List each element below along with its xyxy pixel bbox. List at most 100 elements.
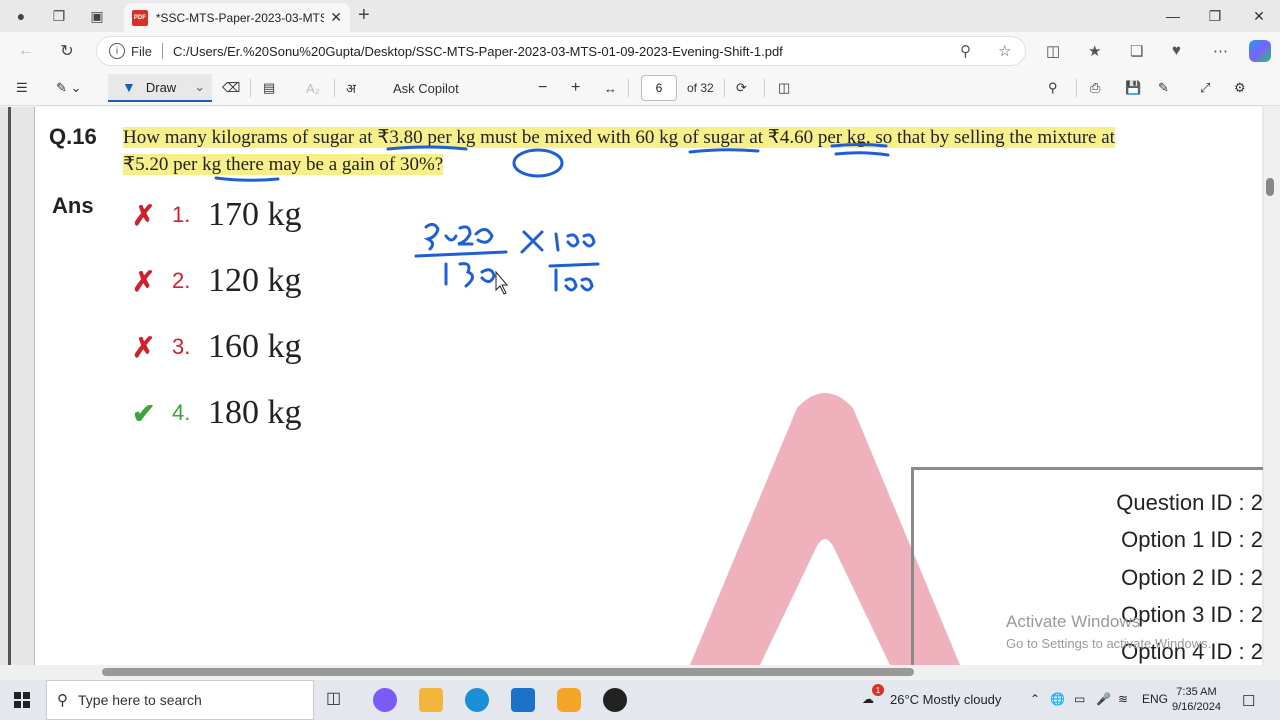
zoom-icon[interactable]: ⚲ [960, 42, 971, 60]
workspaces-icon[interactable]: ❐ [46, 4, 72, 28]
draw-pen-icon: ▼ [122, 79, 136, 95]
question-number: Q.16 [49, 124, 97, 149]
settings-gear-icon[interactable]: ⚙ [1234, 78, 1246, 98]
copilot-app-icon[interactable] [373, 688, 397, 712]
window-close-icon[interactable]: ✕ [1239, 4, 1279, 28]
weather-icon[interactable]: ☁ [862, 692, 874, 706]
whiteboard-app-icon[interactable] [557, 688, 581, 712]
close-tab-icon[interactable]: ✕ [330, 9, 342, 26]
draw-button[interactable]: ▼ Draw ⌄ [108, 74, 212, 102]
print-icon[interactable]: ⎙ [1090, 78, 1100, 98]
answer-label: Ans [52, 193, 94, 218]
show-hidden-icons-icon[interactable]: ⌃ [1030, 692, 1040, 706]
copilot-icon[interactable] [1249, 40, 1271, 62]
profile-icon[interactable]: ● [8, 4, 34, 28]
wrong-cross-icon: ✗ [132, 265, 156, 297]
weather-alert-badge: 1 [872, 684, 884, 696]
save-icon[interactable]: 💾 [1125, 78, 1141, 98]
question-text: How many kilograms of sugar at ₹3.80 per… [123, 124, 1153, 178]
option-1: ✗ 1. 170 kg [132, 193, 302, 237]
tab-pdf[interactable]: PDF *SSC-MTS-Paper-2023-03-MTS-0 ✕ [124, 3, 350, 32]
favorite-star-icon[interactable]: ☆ [998, 42, 1011, 60]
save-as-icon[interactable]: ✎ [1158, 78, 1169, 98]
wrong-cross-icon: ✗ [132, 199, 156, 231]
horizontal-scroll-thumb[interactable] [102, 668, 914, 676]
chevron-down-icon: ⌄ [194, 79, 206, 94]
restore-icon[interactable]: ❐ [1195, 4, 1235, 28]
weather-text[interactable]: 26°C Mostly cloudy [890, 692, 1001, 707]
page-view-icon[interactable]: ◫ [778, 78, 790, 98]
tab-actions-icon[interactable]: ▣ [84, 4, 110, 28]
option-number: 1. [172, 202, 191, 227]
taskbar: ⚲ Type here to search ◫ ☁ 1 26°C Mostly … [0, 680, 1280, 720]
fit-page-icon[interactable]: ↔ [604, 78, 617, 98]
taskbar-clock[interactable]: 7:35 AM 9/16/2024 [1172, 685, 1221, 715]
text-box-icon[interactable]: ▤ [263, 78, 275, 98]
wrong-cross-icon: ✗ [132, 331, 156, 363]
search-icon: ⚲ [57, 692, 68, 709]
option-2: ✗ 2. 120 kg [132, 259, 302, 303]
option-number: 3. [172, 334, 191, 359]
fullscreen-icon[interactable]: ⤢ [1200, 78, 1210, 98]
contents-icon[interactable]: ☰ [16, 78, 28, 98]
option-2-id: Option 2 ID : 2 [1121, 565, 1263, 590]
mail-icon[interactable] [511, 688, 535, 712]
split-screen-icon[interactable]: ◫ [1046, 42, 1060, 60]
favorites-icon[interactable]: ★ [1088, 42, 1101, 60]
language-indicator[interactable]: ENG [1142, 692, 1168, 706]
search-placeholder: Type here to search [78, 692, 202, 708]
edge-browser-icon[interactable] [465, 688, 489, 712]
question-id: Question ID : 2 [1116, 490, 1263, 515]
taskbar-search-box[interactable]: ⚲ Type here to search [46, 680, 314, 720]
refresh-icon[interactable]: ↻ [55, 40, 79, 62]
divider [250, 79, 251, 97]
network-globe-icon[interactable]: 🌐 [1050, 692, 1065, 706]
eraser-icon[interactable]: ⌫ [222, 78, 240, 98]
notifications-icon[interactable]: ☐ [1242, 692, 1255, 710]
page-edge [8, 107, 11, 665]
collections-icon[interactable]: ❏ [1130, 42, 1143, 60]
option-3: ✗ 3. 160 kg [132, 325, 302, 369]
file-explorer-icon[interactable] [419, 688, 443, 712]
obs-app-icon[interactable] [603, 688, 627, 712]
ask-copilot-button[interactable]: Ask Copilot [393, 78, 459, 98]
minimize-icon[interactable]: — [1153, 4, 1193, 28]
divider [764, 79, 765, 97]
correct-check-icon: ✔ [132, 397, 156, 429]
search-icon[interactable]: ⚲ [1048, 78, 1058, 98]
new-tab-icon[interactable]: + [358, 4, 370, 27]
back-icon[interactable]: ← [14, 40, 38, 62]
option-value: 170 kg [208, 196, 302, 233]
vertical-scroll-thumb[interactable] [1266, 178, 1274, 196]
url-text[interactable]: C:/Users/Er.%20Sonu%20Gupta/Desktop/SSC-… [173, 44, 783, 59]
option-number: 2. [172, 268, 191, 293]
zoom-in-icon[interactable]: + [571, 78, 580, 98]
windows-start-icon[interactable] [14, 692, 30, 708]
pdf-toolbar: ☰ ✎ ⌄ ▼ Draw ⌄ ⌫ ▤ A₂ अ Ask Copilot − + … [0, 70, 1280, 106]
tab-strip: ● ❐ ▣ PDF *SSC-MTS-Paper-2023-03-MTS-0 ✕… [0, 0, 1280, 32]
pdf-file-icon: PDF [132, 9, 148, 26]
browser-essentials-icon[interactable]: ♥ [1172, 42, 1181, 59]
page-number-input[interactable]: 6 [641, 75, 677, 101]
zoom-out-icon[interactable]: − [538, 78, 547, 98]
page-total: of 32 [687, 81, 714, 95]
question-text-content: How many kilograms of sugar at ₹3.80 per… [123, 127, 1115, 175]
tab-title: *SSC-MTS-Paper-2023-03-MTS-0 [155, 10, 325, 25]
task-view-icon[interactable]: ◫ [326, 688, 350, 712]
activate-title: Activate Windows [1006, 612, 1141, 631]
read-aloud-icon[interactable]: A₂ [306, 78, 320, 98]
divider [1076, 79, 1077, 97]
more-menu-icon[interactable]: ⋯ [1213, 42, 1228, 60]
option-value: 160 kg [208, 328, 302, 365]
microphone-icon[interactable]: 🎤 [1096, 692, 1111, 706]
rotate-icon[interactable]: ⟳ [736, 78, 747, 98]
highlight-icon[interactable]: ✎ ⌄ [56, 78, 81, 98]
info-icon[interactable]: i [109, 43, 125, 59]
address-bar[interactable]: i File C:/Users/Er.%20Sonu%20Gupta/Deskt… [96, 36, 1026, 66]
divider [628, 79, 629, 97]
option-4: ✔ 4. 180 kg [132, 391, 302, 435]
wifi-icon[interactable]: ≋ [1118, 692, 1128, 706]
battery-icon[interactable]: ▭ [1074, 692, 1085, 706]
activate-subtitle: Go to Settings to activate Windows. [1006, 636, 1212, 651]
translate-icon[interactable]: अ [346, 78, 356, 98]
